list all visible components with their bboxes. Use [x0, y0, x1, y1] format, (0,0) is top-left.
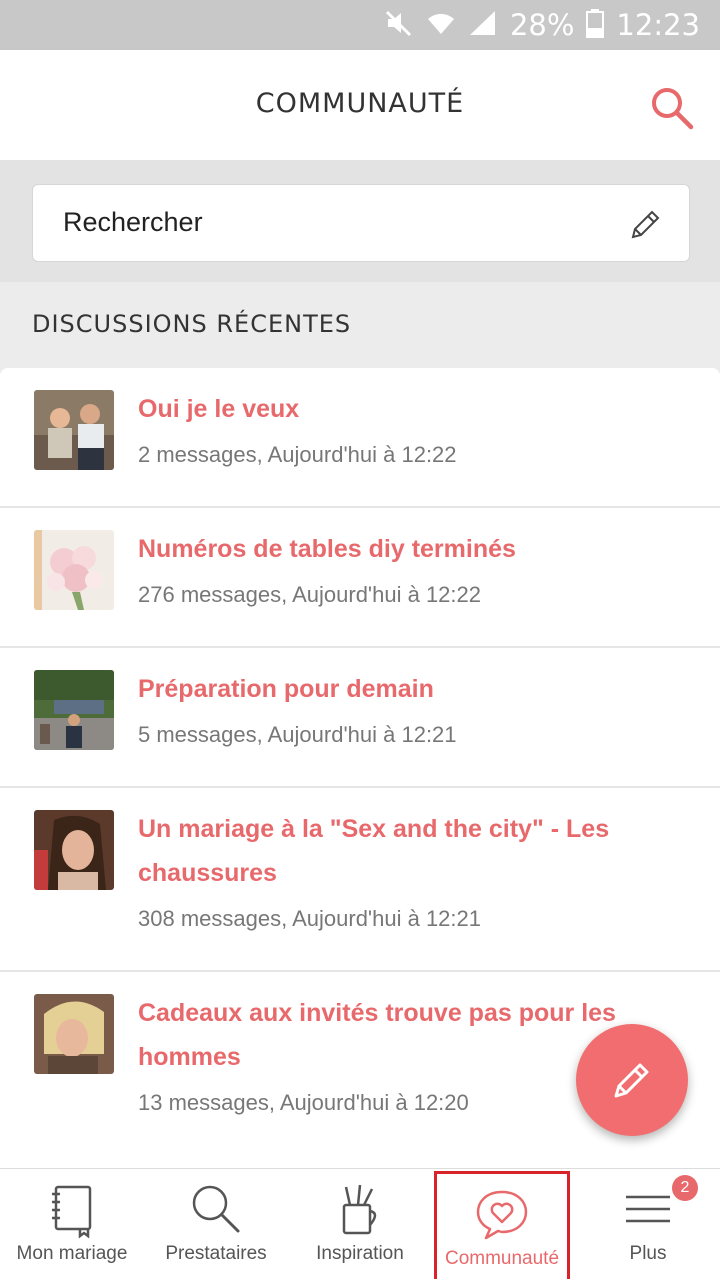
discussion-title[interactable]: Numéros de tables diy terminés [138, 527, 678, 571]
avatar [34, 390, 114, 470]
avatar [34, 530, 114, 610]
search-area: Rechercher [0, 160, 720, 282]
discussion-meta: 2 messages, Aujourd'hui à 12:22 [138, 442, 457, 467]
discussion-item[interactable]: Un mariage à la "Sex and the city" - Les… [0, 788, 720, 972]
pencil-icon[interactable] [627, 207, 663, 243]
pencil-icon [614, 1063, 649, 1098]
pencil-cup-icon [330, 1179, 390, 1239]
chat-heart-icon [472, 1184, 532, 1244]
nav-label: Prestataires [165, 1243, 267, 1264]
page-title: COMMUNAUTÉ [255, 88, 465, 119]
new-discussion-button[interactable] [576, 1024, 688, 1136]
discussion-meta: 276 messages, Aujourd'hui à 12:22 [138, 582, 481, 607]
avatar [34, 994, 114, 1074]
menu-icon [618, 1179, 678, 1239]
section-header: DISCUSSIONS RÉCENTES [0, 282, 720, 368]
notebook-icon [42, 1179, 102, 1239]
avatar [34, 810, 114, 890]
app-bar: COMMUNAUTÉ [0, 50, 720, 160]
discussion-item[interactable]: Oui je le veux 2 messages, Aujourd'hui à… [0, 368, 720, 508]
notification-badge: 2 [672, 1175, 698, 1201]
search-input[interactable]: Rechercher [32, 184, 690, 262]
nav-item-plus[interactable]: 2 Plus [576, 1169, 720, 1279]
bottom-navigation: Mon mariage Prestataires Inspiration Com… [0, 1168, 720, 1279]
section-title: DISCUSSIONS RÉCENTES [32, 310, 352, 338]
nav-label: Inspiration [316, 1243, 404, 1264]
nav-item-mon-mariage[interactable]: Mon mariage [0, 1169, 144, 1279]
avatar [34, 670, 114, 750]
nav-label: Mon mariage [16, 1243, 128, 1264]
discussion-title[interactable]: Préparation pour demain [138, 667, 678, 711]
status-bar: 28% 12:23 [0, 0, 720, 50]
discussion-title[interactable]: Oui je le veux [138, 387, 678, 431]
discussion-title[interactable]: Un mariage à la "Sex and the city" - Les… [138, 807, 678, 895]
mute-icon [384, 8, 414, 43]
wifi-icon [426, 8, 456, 43]
search-icon[interactable] [650, 86, 694, 130]
nav-item-inspiration[interactable]: Inspiration [288, 1169, 432, 1279]
nav-item-communaute[interactable]: Communauté [434, 1171, 570, 1279]
nav-label: Plus [629, 1243, 667, 1264]
discussion-item[interactable]: Préparation pour demain 5 messages, Aujo… [0, 648, 720, 788]
nav-item-prestataires[interactable]: Prestataires [144, 1169, 288, 1279]
discussion-meta: 5 messages, Aujourd'hui à 12:21 [138, 722, 457, 747]
discussion-item[interactable]: Numéros de tables diy terminés 276 messa… [0, 508, 720, 648]
nav-label: Communauté [444, 1248, 560, 1269]
battery-percent: 28% [509, 8, 575, 42]
clock: 12:23 [616, 8, 700, 42]
battery-icon [586, 8, 605, 43]
discussion-meta: 308 messages, Aujourd'hui à 12:21 [138, 906, 481, 931]
search-icon [186, 1179, 246, 1239]
signal-icon [468, 8, 498, 43]
search-placeholder: Rechercher [63, 207, 203, 237]
discussion-meta: 13 messages, Aujourd'hui à 12:20 [138, 1090, 469, 1115]
